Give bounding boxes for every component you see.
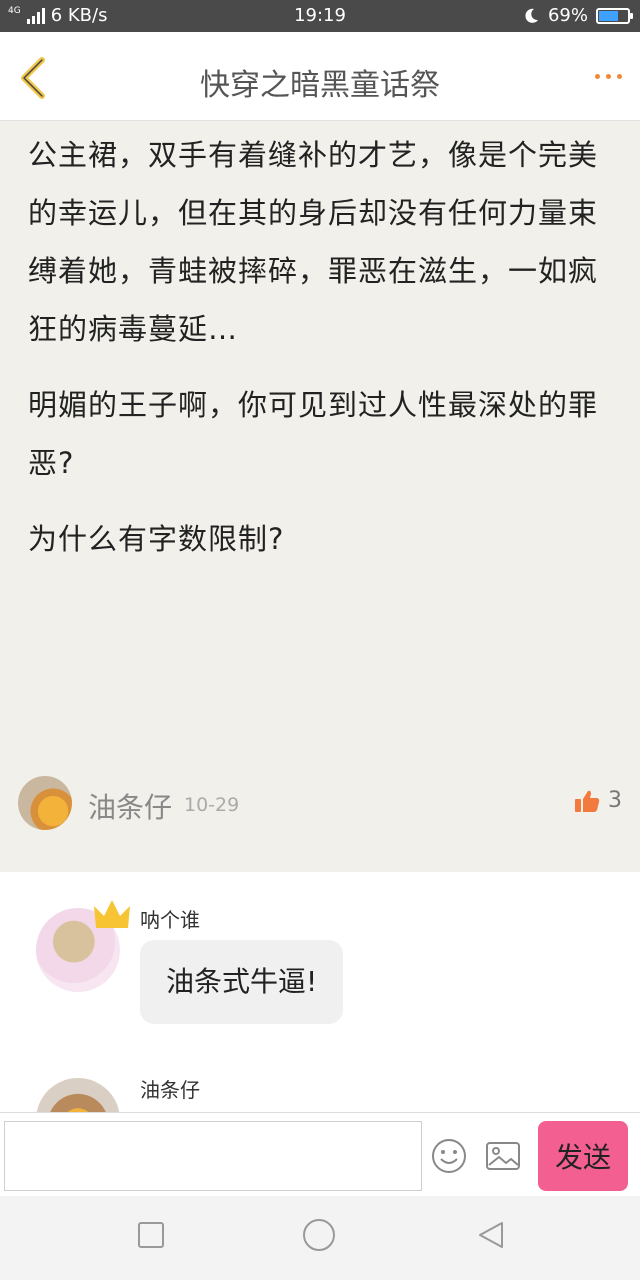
status-bar: 4G 6 KB/s 19:19 69% bbox=[0, 0, 640, 32]
image-button[interactable] bbox=[484, 1137, 522, 1175]
comment-input[interactable] bbox=[4, 1121, 422, 1191]
input-bar: 发送 bbox=[0, 1112, 640, 1197]
more-dots-icon bbox=[595, 74, 622, 79]
commenter-avatar[interactable] bbox=[36, 1078, 120, 1112]
home-icon[interactable] bbox=[302, 1218, 336, 1252]
emoji-icon bbox=[432, 1139, 466, 1173]
emoji-button[interactable] bbox=[430, 1137, 468, 1175]
author-row: 油条仔 10-29 3 bbox=[18, 776, 622, 832]
commenter-name[interactable]: 呐个谁 bbox=[140, 904, 200, 933]
comment-list: 呐个谁 油条式牛逼! 油条仔 bbox=[0, 872, 640, 1112]
like-count: 3 bbox=[608, 788, 622, 813]
send-button[interactable]: 发送 bbox=[538, 1121, 628, 1191]
author-avatar[interactable] bbox=[18, 776, 72, 830]
commenter-name[interactable]: 油条仔 bbox=[140, 1074, 200, 1103]
article-paragraph: 明媚的王子啊，你可见到过人性最深处的罪恶? bbox=[28, 388, 599, 480]
article-paragraph: 为什么有字数限制? bbox=[28, 522, 285, 556]
back-triangle-icon[interactable] bbox=[476, 1220, 506, 1250]
author-name[interactable]: 油条仔 bbox=[88, 786, 172, 826]
crown-icon bbox=[94, 900, 130, 928]
post-date: 10-29 bbox=[184, 794, 240, 816]
image-icon bbox=[486, 1142, 520, 1170]
battery-icon bbox=[596, 7, 633, 24]
nav-bar: 快穿之暗黑童话祭 bbox=[0, 32, 640, 121]
recent-apps-icon[interactable] bbox=[136, 1220, 166, 1250]
moon-icon bbox=[525, 8, 538, 23]
status-right: 69% bbox=[522, 5, 633, 26]
like-button[interactable]: 3 bbox=[574, 788, 622, 813]
more-button[interactable] bbox=[595, 74, 622, 79]
comment-bubble: 油条式牛逼! bbox=[140, 940, 344, 1024]
article-body: 公主裙，双手有着缝补的才艺，像是个完美的幸运儿，但在其的身后却没有任何力量束缚着… bbox=[28, 120, 608, 568]
battery-percent: 69% bbox=[547, 5, 588, 26]
article-paragraph: 公主裙，双手有着缝补的才艺，像是个完美的幸运儿，但在其的身后却没有任何力量束缚着… bbox=[28, 138, 599, 346]
thumbs-up-icon bbox=[575, 790, 600, 812]
page-title: 快穿之暗黑童话祭 bbox=[200, 68, 440, 103]
system-nav-bar bbox=[0, 1196, 640, 1280]
